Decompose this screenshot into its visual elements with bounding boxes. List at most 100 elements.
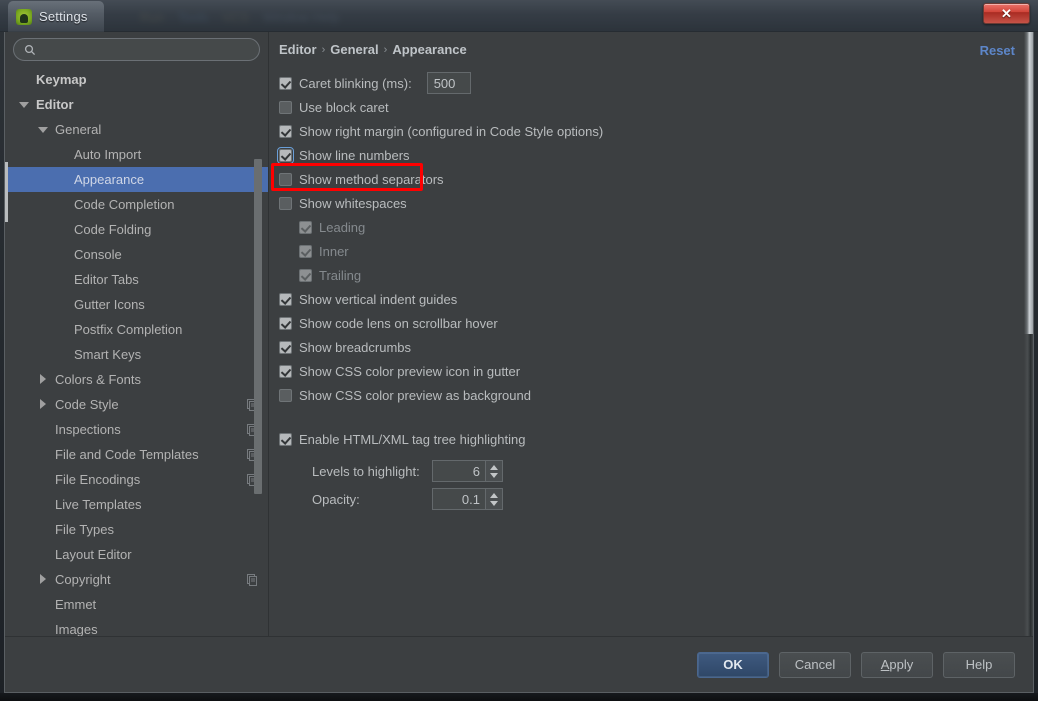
- option-show-right-margin-configured-in-code-style-options[interactable]: Show right margin (configured in Code St…: [279, 119, 1019, 143]
- sidebar-item-label: Editor: [36, 97, 74, 112]
- sidebar-item-label: Editor Tabs: [74, 272, 139, 287]
- sidebar-item-appearance[interactable]: Appearance: [5, 167, 268, 192]
- sidebar-item-emmet[interactable]: Emmet: [5, 592, 268, 617]
- field-label: Levels to highlight:: [312, 463, 420, 479]
- sidebar-item-code-style[interactable]: Code Style: [5, 392, 268, 417]
- sidebar-item-label: Keymap: [36, 72, 87, 87]
- search-input[interactable]: [42, 42, 249, 57]
- breadcrumb-editor[interactable]: Editor: [279, 42, 317, 57]
- chevron-right-icon[interactable]: [38, 399, 49, 410]
- sidebar-item-label: Postfix Completion: [74, 322, 183, 337]
- sidebar-item-code-completion[interactable]: Code Completion: [5, 192, 268, 217]
- option-show-whitespaces[interactable]: Show whitespaces: [279, 191, 1019, 215]
- option-label: Show whitespaces: [299, 195, 407, 211]
- option-html-tag-highlighting[interactable]: Enable HTML/XML tag tree highlighting: [279, 427, 1019, 451]
- reset-link[interactable]: Reset: [980, 43, 1015, 58]
- caret-blinking-input[interactable]: [426, 72, 471, 94]
- checkbox-show-css-color-preview-as-background[interactable]: [279, 388, 292, 402]
- search-field[interactable]: [13, 38, 260, 61]
- spinner-buttons[interactable]: [485, 489, 502, 509]
- window-frame-shadow: [0, 693, 1038, 701]
- sidebar-item-inspections[interactable]: Inspections: [5, 417, 268, 442]
- chevron-down-icon[interactable]: [38, 124, 49, 135]
- sidebar-item-label: Colors & Fonts: [55, 372, 141, 387]
- breadcrumb: Editor › General › Appearance: [279, 42, 1019, 57]
- spinner-up-icon[interactable]: [490, 492, 498, 498]
- option-show-vertical-indent-guides[interactable]: Show vertical indent guides: [279, 287, 1019, 311]
- checkbox-use-block-caret[interactable]: [279, 100, 292, 114]
- spinner-up-icon[interactable]: [490, 464, 498, 470]
- option-label: Trailing: [319, 267, 362, 283]
- sidebar-item-label: Appearance: [74, 172, 145, 187]
- apply-button[interactable]: Apply: [861, 651, 933, 678]
- checkbox-show-whitespaces[interactable]: [279, 196, 292, 210]
- sidebar-edge-marker: [5, 162, 8, 222]
- checkbox-show-breadcrumbs[interactable]: [279, 340, 292, 354]
- spinner-buttons[interactable]: [485, 461, 502, 481]
- sidebar-item-code-folding[interactable]: Code Folding: [5, 217, 268, 242]
- sidebar-item-live-templates[interactable]: Live Templates: [5, 492, 268, 517]
- window-title: Settings: [39, 9, 88, 24]
- checkbox-show-right-margin-configured-in-code-style-options[interactable]: [279, 124, 292, 138]
- spinner-levels-to-highlight[interactable]: [432, 460, 503, 482]
- spinner-down-icon[interactable]: [490, 500, 498, 506]
- sidebar-item-general[interactable]: General: [5, 117, 268, 142]
- cancel-button[interactable]: Cancel: [779, 651, 851, 678]
- option-show-breadcrumbs[interactable]: Show breadcrumbs: [279, 335, 1019, 359]
- breadcrumb-general[interactable]: General: [330, 42, 378, 57]
- chevron-down-icon[interactable]: [19, 99, 30, 110]
- option-show-css-color-preview-as-background[interactable]: Show CSS color preview as background: [279, 383, 1019, 407]
- sidebar-item-layout-editor[interactable]: Layout Editor: [5, 542, 268, 567]
- sidebar-scrollbar-track[interactable]: [254, 67, 265, 636]
- option-use-block-caret[interactable]: Use block caret: [279, 95, 1019, 119]
- option-caret-blinking[interactable]: Caret blinking (ms):: [279, 71, 1019, 95]
- option-show-css-color-preview-icon-in-gutter[interactable]: Show CSS color preview icon in gutter: [279, 359, 1019, 383]
- checkbox-show-method-separators[interactable]: [279, 172, 292, 186]
- sidebar-item-smart-keys[interactable]: Smart Keys: [5, 342, 268, 367]
- sidebar-item-gutter-icons[interactable]: Gutter Icons: [5, 292, 268, 317]
- spinner-down-icon[interactable]: [490, 472, 498, 478]
- sidebar-item-file-types[interactable]: File Types: [5, 517, 268, 542]
- option-show-code-lens-on-scrollbar-hover[interactable]: Show code lens on scrollbar hover: [279, 311, 1019, 335]
- sidebar-scrollbar-thumb[interactable]: [254, 159, 262, 494]
- checkbox-show-css-color-preview-icon-in-gutter[interactable]: [279, 364, 292, 378]
- checkbox-show-code-lens-on-scrollbar-hover[interactable]: [279, 316, 292, 330]
- spinner-input-opacity[interactable]: [433, 489, 485, 509]
- sidebar-item-copyright[interactable]: Copyright: [5, 567, 268, 592]
- sidebar-item-label: General: [55, 122, 102, 137]
- sidebar-item-postfix-completion[interactable]: Postfix Completion: [5, 317, 268, 342]
- chevron-right-icon[interactable]: [38, 574, 49, 585]
- option-show-method-separators[interactable]: Show method separators: [279, 167, 1019, 191]
- checkbox-inner: [299, 244, 312, 258]
- checkbox-show-vertical-indent-guides[interactable]: [279, 292, 292, 306]
- sidebar-item-label: File Encodings: [55, 472, 141, 487]
- chevron-right-icon[interactable]: [38, 374, 49, 385]
- ok-button[interactable]: OK: [697, 651, 769, 678]
- option-label: Caret blinking (ms):: [299, 75, 412, 91]
- sidebar-item-console[interactable]: Console: [5, 242, 268, 267]
- option-show-line-numbers[interactable]: Show line numbers: [277, 143, 1019, 167]
- checkbox-show-line-numbers[interactable]: [277, 146, 294, 164]
- checkbox-html-tag-highlighting[interactable]: [279, 432, 292, 446]
- sidebar-item-colors-fonts[interactable]: Colors & Fonts: [5, 367, 268, 392]
- sidebar-item-auto-import[interactable]: Auto Import: [5, 142, 268, 167]
- checkbox-caret-blinking[interactable]: [279, 76, 292, 90]
- sidebar-item-editor-tabs[interactable]: Editor Tabs: [5, 267, 268, 292]
- sidebar-item-keymap[interactable]: Keymap: [5, 67, 268, 92]
- sidebar-item-file-and-code-templates[interactable]: File and Code Templates: [5, 442, 268, 467]
- sidebar-item-editor[interactable]: Editor: [5, 92, 268, 117]
- sidebar-item-label: Auto Import: [74, 147, 142, 162]
- spinner-opacity[interactable]: [432, 488, 503, 510]
- settings-sidebar: Keymap Editor General Auto Import Appearance…: [5, 32, 269, 636]
- help-button[interactable]: Help: [943, 651, 1015, 678]
- settings-dialog: Keymap Editor General Auto Import Appearance…: [4, 32, 1034, 693]
- close-icon[interactable]: ✕: [983, 3, 1030, 24]
- sidebar-item-file-encodings[interactable]: File Encodings: [5, 467, 268, 492]
- sidebar-item-images[interactable]: Images: [5, 617, 268, 636]
- spinner-input-levels-to-highlight[interactable]: [433, 461, 485, 481]
